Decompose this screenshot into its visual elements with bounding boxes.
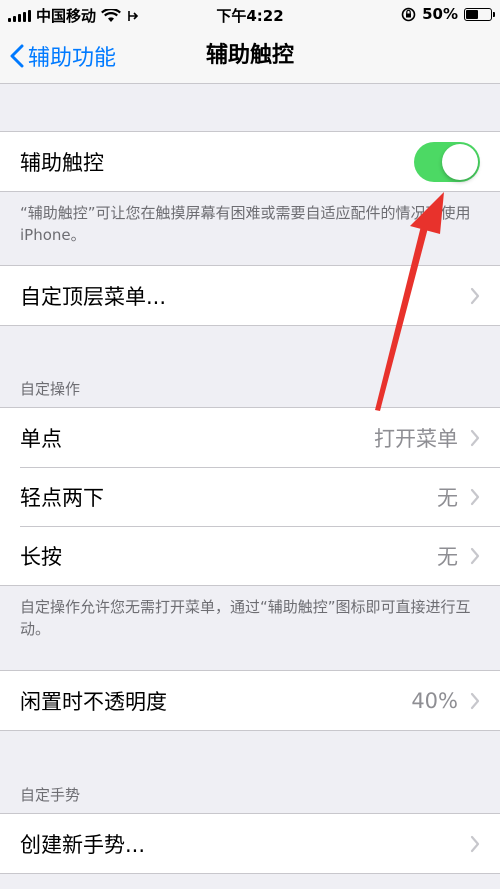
- long-press-row[interactable]: 长按 无: [0, 526, 500, 585]
- battery-percent: 50%: [422, 5, 458, 23]
- idle-opacity-label: 闲置时不透明度: [20, 689, 167, 714]
- navigation-bar: 辅助功能 辅助触控: [0, 28, 500, 84]
- customize-menu-label: 自定顶层菜单...: [20, 284, 167, 309]
- chevron-right-icon: [470, 429, 480, 446]
- toggle-knob: [442, 143, 478, 180]
- single-tap-row[interactable]: 单点 打开菜单: [0, 408, 500, 467]
- status-right: 50%: [401, 5, 495, 23]
- single-tap-label: 单点: [20, 426, 62, 451]
- custom-actions-header: 自定操作: [20, 380, 81, 398]
- customize-menu-group: 自定顶层菜单...: [0, 265, 500, 326]
- battery-icon: [464, 7, 495, 21]
- custom-gestures-group: 创建新手势...: [0, 813, 500, 874]
- idle-opacity-group: 闲置时不透明度 40%: [0, 670, 500, 731]
- custom-gestures-header: 自定手势: [20, 786, 81, 804]
- assistive-touch-toggle[interactable]: [414, 141, 480, 182]
- customize-menu-row[interactable]: 自定顶层菜单...: [0, 266, 500, 325]
- double-tap-label: 轻点两下: [20, 485, 104, 510]
- custom-actions-footer: 自定操作允许您无需打开菜单，通过“辅助触控”图标即可直接进行互动。: [20, 598, 471, 638]
- long-press-label: 长按: [20, 544, 62, 569]
- chevron-right-icon: [470, 488, 480, 505]
- chevron-right-icon: [470, 692, 480, 709]
- assistive-touch-group: 辅助触控: [0, 131, 500, 192]
- chevron-right-icon: [470, 547, 480, 564]
- assistive-touch-label: 辅助触控: [20, 150, 104, 175]
- chevron-right-icon: [470, 835, 480, 852]
- battery-fill: [466, 9, 478, 19]
- double-tap-value: 无: [437, 485, 458, 510]
- idle-opacity-value: 40%: [411, 688, 458, 713]
- status-bar: 中国移动 下午4:22 50%: [0, 0, 500, 28]
- idle-opacity-row[interactable]: 闲置时不透明度 40%: [0, 671, 500, 730]
- orientation-lock-icon: [401, 7, 416, 21]
- create-gesture-row[interactable]: 创建新手势...: [0, 814, 500, 873]
- long-press-value: 无: [437, 544, 458, 569]
- page-title: 辅助触控: [205, 43, 294, 68]
- create-gesture-label: 创建新手势...: [20, 832, 146, 857]
- assistive-touch-footer: “辅助触控”可让您在触摸屏幕有困难或需要自适应配件的情况下使用 iPhone。: [20, 204, 471, 244]
- single-tap-value: 打开菜单: [374, 426, 458, 451]
- double-tap-row[interactable]: 轻点两下 无: [0, 467, 500, 526]
- chevron-right-icon: [470, 287, 480, 304]
- custom-actions-group: 单点 打开菜单 轻点两下 无 长按 无: [0, 407, 500, 586]
- assistive-touch-row: 辅助触控: [0, 132, 500, 191]
